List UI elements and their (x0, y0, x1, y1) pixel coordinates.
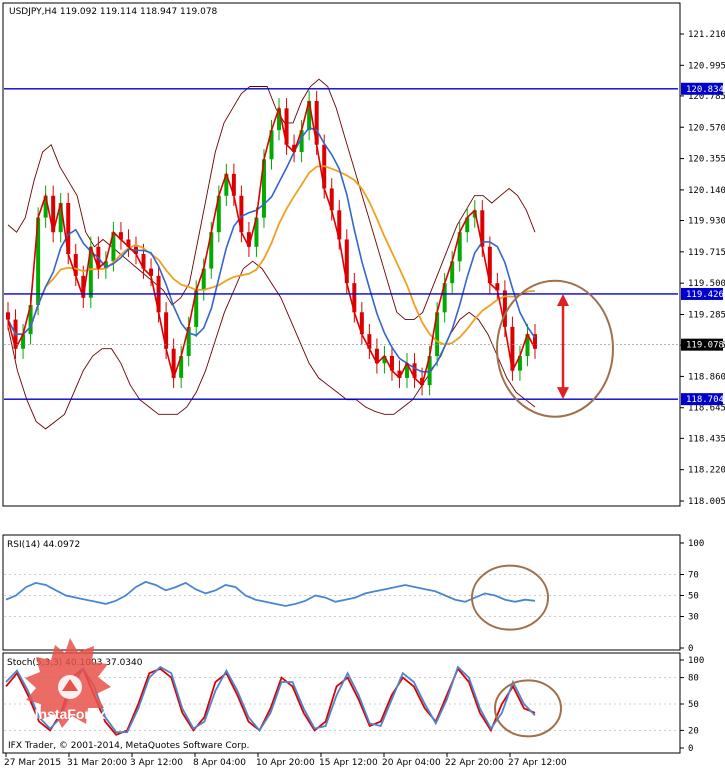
price-tick-label: 118.435 (688, 434, 725, 444)
price-tick-label: 118.860 (688, 372, 725, 382)
price-tick-label: 118.220 (688, 466, 725, 476)
time-tick-label: 10 Apr 20:00 (256, 758, 315, 768)
price-tick-label: 119.285 (688, 310, 725, 320)
stoch-tick-label: 50 (688, 700, 699, 710)
rsi-tick-label: 100 (688, 539, 704, 549)
price-tick-label: 121.210 (688, 30, 725, 40)
mt4-chart-window[interactable]: 121.210 120.995 120.785 120.570 120.355 120.1… (0, 0, 725, 770)
time-tick-label: 31 Mar 20:00 (67, 758, 127, 768)
price-tick-label: 119.500 (688, 279, 725, 289)
price-tick-label: 119.715 (688, 248, 725, 258)
rsi-tick-label: 70 (688, 571, 699, 581)
time-tick-label: 22 Apr 20:00 (445, 758, 504, 768)
stoch-tick-label: 80 (688, 674, 699, 684)
price-tick-label: 120.995 (688, 61, 725, 71)
chart-canvas[interactable]: 121.210120.995120.785120.570120.355120.1… (0, 0, 725, 770)
price-tick-label: 120.570 (688, 123, 725, 133)
time-tick-label: 27 Mar 2015 (4, 758, 61, 768)
price-panel-title: USDJPY,H4 119.092 119.114 118.947 119.07… (9, 7, 218, 17)
stoch-tick-label: 100 (688, 656, 704, 666)
time-tick-label: 27 Apr 12:00 (508, 758, 567, 768)
time-tick-label: 20 Apr 04:00 (382, 758, 441, 768)
rsi-panel-title: RSI(14) 44.0972 (7, 540, 80, 550)
copyright-text: IFX Trader, © 2001-2014, MetaQuotes Soft… (8, 741, 249, 751)
price-tick-label: 118.645 (688, 404, 725, 414)
price-tick-label: 120.140 (688, 186, 725, 196)
price-label-text: 118.704 (686, 395, 724, 405)
brand-text: InstaForex (35, 706, 106, 722)
time-tick-label: 8 Apr 04:00 (193, 758, 246, 768)
price-tick-label: 119.930 (688, 217, 725, 227)
rsi-tick-label: 50 (688, 592, 699, 602)
price-label-text: 119.078 (686, 341, 724, 351)
price-tick-label: 120.355 (688, 155, 725, 165)
stoch-tick-label: 20 (688, 726, 699, 736)
candle-body (6, 312, 10, 320)
rsi-tick-label: 0 (688, 644, 693, 654)
price-label-text: 119.426 (686, 290, 724, 300)
price-tick-label: 118.005 (688, 497, 725, 507)
time-tick-label: 15 Apr 12:00 (319, 758, 378, 768)
time-tick-label: 3 Apr 12:00 (130, 758, 183, 768)
rsi-tick-label: 30 (688, 613, 699, 623)
stoch-tick-label: 0 (688, 744, 693, 754)
price-label-text: 120.834 (686, 85, 724, 95)
